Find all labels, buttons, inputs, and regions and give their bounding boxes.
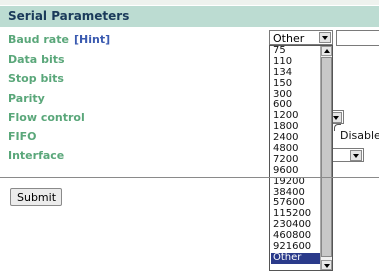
chevron-down-icon[interactable] xyxy=(319,32,331,43)
divider xyxy=(0,177,379,178)
stop-bits-label: Stop bits xyxy=(8,72,64,85)
chevron-down-icon[interactable] xyxy=(350,150,362,161)
baud-rate-options: 75 110 134 150 300 600 1200 1800 2400 4800 7200 960… xyxy=(271,45,320,264)
interface-label: Interface xyxy=(8,149,65,162)
scroll-down-icon[interactable] xyxy=(321,260,332,270)
data-bits-label: Data bits xyxy=(8,53,65,66)
baud-rate-dropdown[interactable]: 75 110 134 150 300 600 1200 1800 2400 4800 7200 960… xyxy=(269,45,333,271)
scroll-thumb[interactable] xyxy=(321,57,332,257)
section-title: Serial Parameters xyxy=(8,9,130,23)
top-strip xyxy=(0,0,379,5)
baud-rate-label: Baud rate xyxy=(8,33,69,46)
flow-control-label: Flow control xyxy=(8,111,85,124)
section-header: Serial Parameters xyxy=(0,6,379,27)
fifo-disable-label: Disable xyxy=(340,129,379,142)
submit-button[interactable]: Submit xyxy=(10,188,62,206)
parity-label: Parity xyxy=(8,92,45,105)
hint-link[interactable]: [Hint] xyxy=(74,33,110,46)
custom-baud-input[interactable] xyxy=(336,30,379,46)
baud-rate-select[interactable]: Other xyxy=(269,30,333,45)
scroll-up-icon[interactable] xyxy=(321,46,332,56)
baud-rate-select-value: Other xyxy=(273,32,305,45)
fifo-label: FIFO xyxy=(8,130,37,143)
dropdown-option[interactable]: Other xyxy=(271,252,320,264)
dropdown-option[interactable]: 19200 xyxy=(271,176,320,188)
dropdown-option[interactable]: 150 xyxy=(271,78,320,90)
dropdown-scrollbar[interactable] xyxy=(320,46,332,270)
